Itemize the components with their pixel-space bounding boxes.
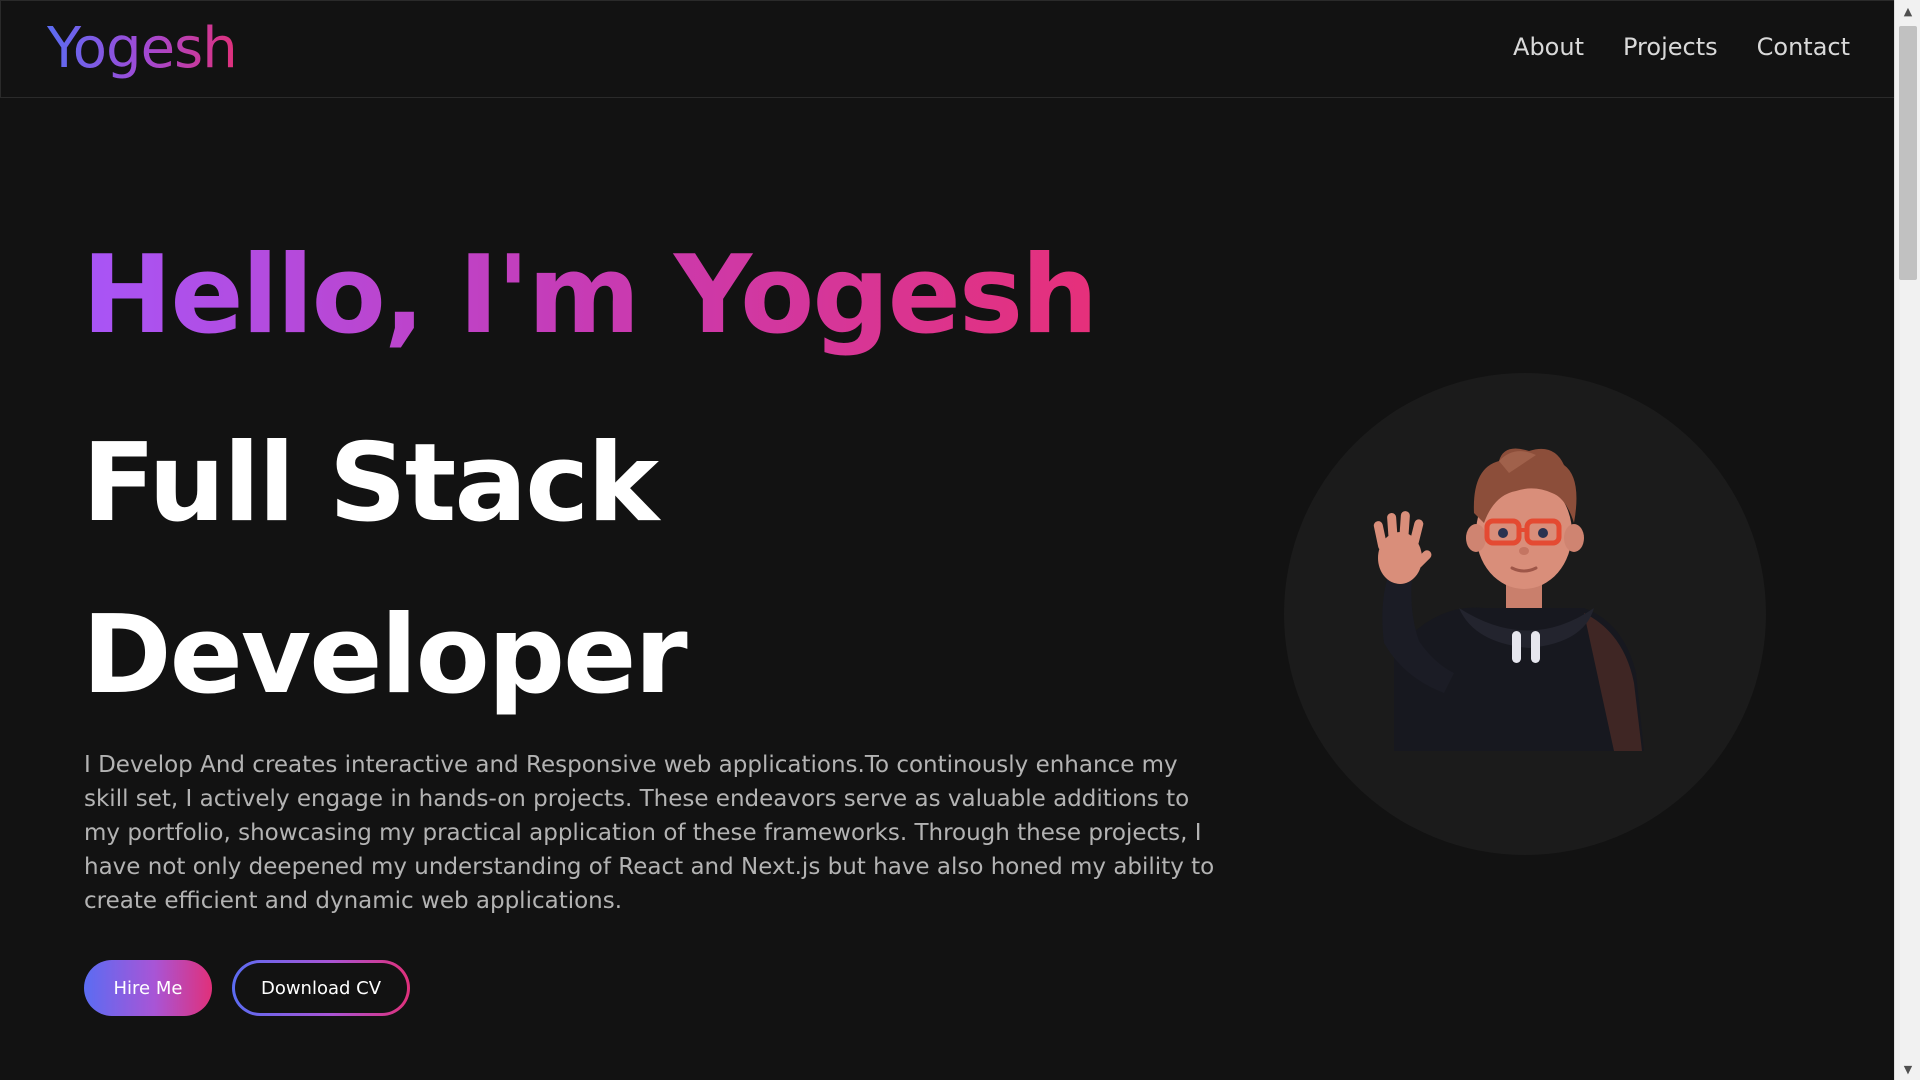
nav-link-contact[interactable]: Contact bbox=[1757, 33, 1850, 61]
hero-description: I Develop And creates interactive and Re… bbox=[84, 752, 1215, 914]
nav-link-about[interactable]: About bbox=[1513, 33, 1584, 61]
download-cv-button-border[interactable]: Download CV bbox=[232, 960, 410, 1016]
avatar-circle bbox=[1284, 373, 1766, 855]
scroll-thumb[interactable] bbox=[1899, 26, 1917, 280]
hero-greeting: Hello, I'm Yogesh bbox=[82, 226, 1098, 366]
scroll-down-arrow-icon[interactable]: ▼ bbox=[1895, 1058, 1920, 1080]
download-cv-button[interactable]: Download CV bbox=[235, 963, 407, 1013]
site-logo[interactable]: Yogesh bbox=[47, 13, 238, 85]
hero-role: Full Stack Developer bbox=[82, 398, 982, 742]
top-navbar: Yogesh About Projects Contact bbox=[0, 0, 1894, 98]
portfolio-page: Yogesh About Projects Contact Hello, I'm… bbox=[0, 0, 1920, 1080]
hero-role-line-2: Developer bbox=[82, 593, 688, 718]
nav-links: About Projects Contact bbox=[1513, 33, 1850, 61]
scroll-up-arrow-icon[interactable]: ▲ bbox=[1895, 0, 1920, 22]
page-scrollbar[interactable]: ▲ ▼ bbox=[1894, 0, 1920, 1080]
hero-buttons: Hire Me Download CV bbox=[84, 960, 410, 1016]
hire-me-button[interactable]: Hire Me bbox=[84, 960, 212, 1016]
hero-role-line-1: Full Stack bbox=[82, 421, 659, 546]
waving-developer-avatar-icon bbox=[1373, 448, 1644, 751]
nav-link-projects[interactable]: Projects bbox=[1623, 33, 1718, 61]
